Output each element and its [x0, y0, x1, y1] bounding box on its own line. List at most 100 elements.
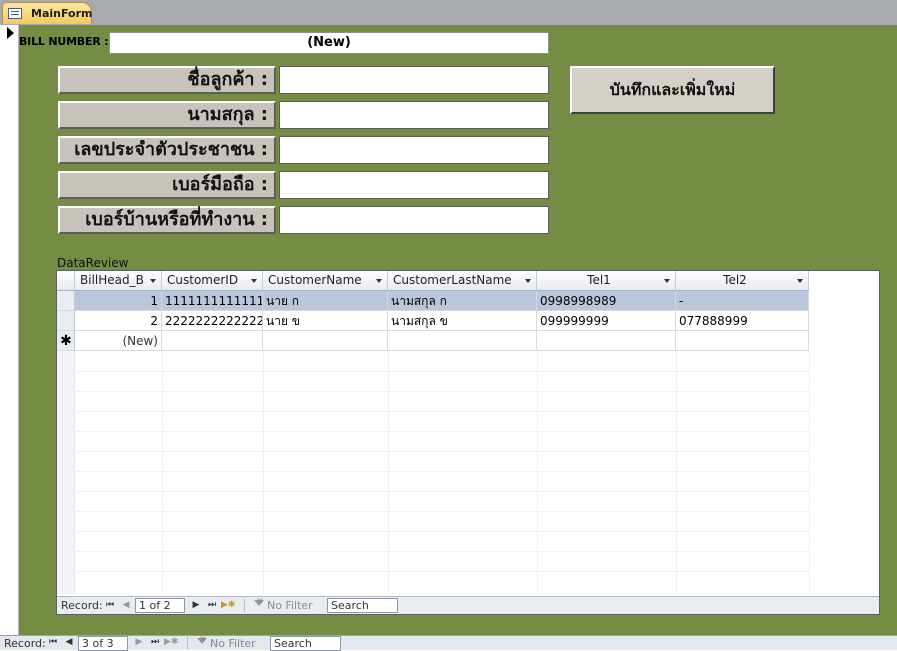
cell-tel1[interactable]: 0998998989 — [537, 291, 676, 311]
column-header-label: CustomerLastName — [393, 273, 512, 287]
grid-line — [57, 431, 809, 432]
search-input[interactable]: Search — [270, 636, 341, 651]
cell-customerlastname[interactable]: นามสกุล ข — [388, 311, 537, 331]
cell-customername[interactable] — [263, 331, 388, 351]
form-icon — [8, 8, 22, 19]
next-record-icon[interactable]: ▶ — [189, 599, 203, 612]
column-header-customername[interactable]: CustomerName — [263, 271, 388, 291]
grid-line — [57, 471, 809, 472]
cell-customerlastname[interactable] — [388, 331, 537, 351]
no-filter-toggle[interactable]: No Filter — [196, 635, 256, 650]
datareview-subform: BillHead_B CustomerID CustomerName Custo… — [56, 270, 880, 615]
dropdown-arrow-icon[interactable] — [797, 279, 803, 283]
home-work-phone-field[interactable] — [279, 206, 549, 234]
table-row[interactable]: 2 2222222222222 นาย ข นามสกุล ข 09999999… — [57, 311, 879, 331]
column-header-label: CustomerName — [268, 273, 362, 287]
mobile-phone-field[interactable] — [279, 171, 549, 199]
save-and-add-new-button[interactable]: บันทึกและเพิ่มใหม่ — [570, 66, 775, 114]
dropdown-arrow-icon[interactable] — [664, 279, 670, 283]
filter-label: No Filter — [267, 599, 313, 612]
record-selector-arrow-icon — [7, 27, 14, 39]
column-header-customerid[interactable]: CustomerID — [162, 271, 263, 291]
select-all-corner[interactable] — [57, 271, 75, 291]
grid-line — [388, 351, 389, 594]
cell-customerid[interactable]: 2222222222222 — [162, 311, 263, 331]
cell-billhead-new[interactable]: (New) — [75, 331, 162, 351]
dropdown-arrow-icon[interactable] — [251, 279, 257, 283]
no-filter-toggle[interactable]: No Filter — [253, 597, 313, 612]
cell-tel2[interactable] — [676, 331, 809, 351]
filter-icon — [253, 597, 264, 610]
next-record-icon[interactable]: ▶ — [132, 636, 146, 649]
column-header-tel1[interactable]: Tel1 — [537, 271, 676, 291]
grid-line — [57, 551, 809, 552]
search-input[interactable]: Search — [327, 598, 398, 613]
tab-mainform[interactable]: MainForm — [2, 2, 92, 24]
last-record-icon[interactable]: ⏭ — [148, 636, 162, 649]
row-selector[interactable]: ✱ — [57, 331, 75, 351]
row-selector[interactable] — [57, 311, 75, 331]
customer-lastname-field[interactable] — [279, 101, 549, 129]
grid-line — [57, 391, 809, 392]
cell-customerid[interactable] — [162, 331, 263, 351]
column-header-tel2[interactable]: Tel2 — [676, 271, 809, 291]
cell-tel2[interactable]: - — [676, 291, 809, 311]
row-selector[interactable] — [57, 291, 75, 311]
separator — [187, 636, 188, 649]
cell-tel1[interactable]: 099999999 — [537, 311, 676, 331]
cell-customername[interactable]: นาย ก — [263, 291, 388, 311]
prev-record-icon[interactable]: ◀ — [119, 599, 133, 612]
grid-header-row: BillHead_B CustomerID CustomerName Custo… — [57, 271, 879, 291]
first-record-icon[interactable]: ⏮ — [103, 599, 117, 612]
column-header-billhead[interactable]: BillHead_B — [75, 271, 162, 291]
new-record-row[interactable]: ✱ (New) — [57, 331, 879, 351]
grid-line — [162, 351, 163, 594]
column-header-label: BillHead_B — [80, 273, 144, 287]
grid-line — [57, 451, 809, 452]
filter-label: No Filter — [210, 637, 256, 650]
cell-tel2[interactable]: 077888999 — [676, 311, 809, 331]
table-row[interactable]: 1 1111111111111 นาย ก นามสกุล ก 09989989… — [57, 291, 879, 311]
citizen-id-label: เลขประจำตัวประชาชน : — [58, 136, 276, 164]
grid-line — [263, 351, 264, 594]
cell-customername[interactable]: นาย ข — [263, 311, 388, 331]
grid-line — [57, 491, 809, 492]
datasheet-grid: BillHead_B CustomerID CustomerName Custo… — [57, 271, 879, 594]
customer-lastname-label: นามสกุล : — [58, 101, 276, 129]
cell-billhead[interactable]: 2 — [75, 311, 162, 331]
dropdown-arrow-icon[interactable] — [376, 279, 382, 283]
record-position-field[interactable]: 3 of 3 — [78, 636, 128, 651]
last-record-icon[interactable]: ⏭ — [205, 599, 219, 612]
main-record-navigator: Record: ⏮ ◀ 3 of 3 ▶ ⏭ ▶✱ No Filter Sear… — [0, 635, 897, 651]
dropdown-arrow-icon[interactable] — [525, 279, 531, 283]
new-record-icon[interactable]: ▶✱ — [221, 599, 235, 612]
grid-line — [57, 511, 809, 512]
cell-tel1[interactable] — [537, 331, 676, 351]
column-header-customerlastname[interactable]: CustomerLastName — [388, 271, 537, 291]
column-header-label: Tel1 — [587, 273, 611, 287]
bill-number-label: BILL NUMBER : — [19, 35, 109, 48]
home-work-phone-label: เบอร์บ้านหรือที่ทำงาน : — [58, 206, 276, 234]
first-record-icon[interactable]: ⏮ — [46, 636, 60, 649]
cell-customerlastname[interactable]: นามสกุล ก — [388, 291, 537, 311]
grid-line — [57, 531, 809, 532]
form-record-selector[interactable] — [0, 25, 19, 635]
grid-line — [57, 411, 809, 412]
column-header-label: Tel2 — [723, 273, 747, 287]
new-record-icon[interactable]: ▶✱ — [164, 636, 178, 649]
cell-billhead[interactable]: 1 — [75, 291, 162, 311]
dropdown-arrow-icon[interactable] — [150, 279, 156, 283]
bill-number-field[interactable]: (New) — [109, 32, 549, 54]
tab-label: MainForm — [31, 7, 93, 20]
citizen-id-field[interactable] — [279, 136, 549, 164]
cell-customerid[interactable]: 1111111111111 — [162, 291, 263, 311]
grid-line — [57, 571, 809, 572]
record-label: Record: — [4, 637, 46, 650]
document-tab-strip: MainForm — [0, 0, 897, 26]
grid-line — [57, 371, 809, 372]
record-position-field[interactable]: 1 of 2 — [135, 598, 185, 613]
filter-icon — [196, 635, 207, 648]
prev-record-icon[interactable]: ◀ — [62, 636, 76, 649]
customer-name-field[interactable] — [279, 66, 549, 94]
new-record-icon: ✱ — [60, 333, 72, 349]
